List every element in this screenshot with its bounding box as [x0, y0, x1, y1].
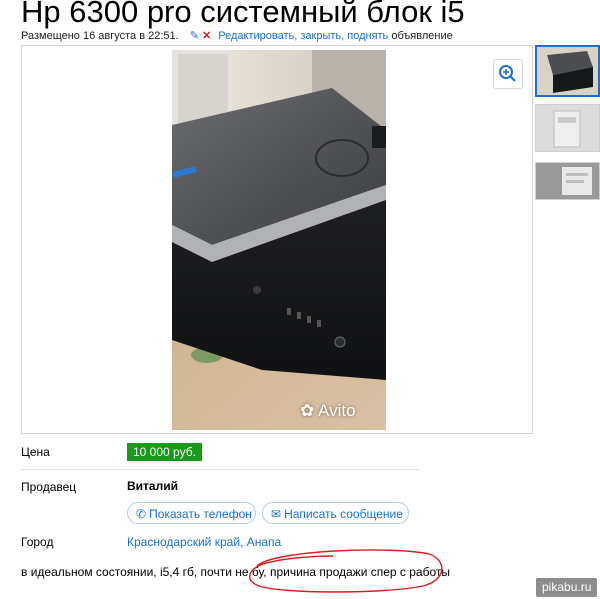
- edit-suffix: объявление: [388, 30, 453, 42]
- thumbnail-1[interactable]: [535, 45, 600, 97]
- zoom-in-icon: [499, 65, 516, 82]
- edit-links[interactable]: Редактировать, закрыть, поднять: [218, 30, 388, 42]
- site-watermark: pikabu.ru: [536, 578, 598, 597]
- phone-icon: ✆: [136, 507, 147, 521]
- posted-date: Размещено 16 августа в 22:51.: [21, 30, 179, 42]
- price-label: Цена: [21, 445, 50, 459]
- city-label: Город: [21, 535, 54, 549]
- price-badge: 10 000 руб.: [127, 443, 202, 461]
- listing-title: Hp 6300 pro системный блок i5: [21, 0, 465, 29]
- photo-watermark: ✿ Avito: [300, 401, 356, 420]
- main-photo[interactable]: ✿ Avito: [172, 50, 386, 430]
- close-icon[interactable]: ✕: [202, 30, 211, 42]
- envelope-icon: ✉: [271, 507, 282, 521]
- annotation-circle: [249, 549, 443, 593]
- zoom-button[interactable]: [493, 59, 523, 89]
- pencil-icon[interactable]: ✎: [190, 30, 199, 42]
- show-phone-button[interactable]: ✆ Показать телефон: [127, 502, 256, 524]
- photo-viewer[interactable]: ✿ Avito: [21, 45, 533, 434]
- thumbnail-2[interactable]: [535, 104, 600, 152]
- photo-illustration: [172, 50, 386, 430]
- seller-label: Продавец: [21, 480, 77, 494]
- write-message-button[interactable]: ✉ Написать сообщение: [262, 502, 409, 524]
- thumbnail-3[interactable]: [535, 162, 600, 200]
- avito-logo-icon: ✿: [300, 401, 315, 420]
- seller-name: Виталий: [127, 479, 178, 493]
- listing-meta: Размещено 16 августа в 22:51. ✎ ✕ Редакти…: [21, 29, 453, 43]
- divider: [21, 469, 419, 470]
